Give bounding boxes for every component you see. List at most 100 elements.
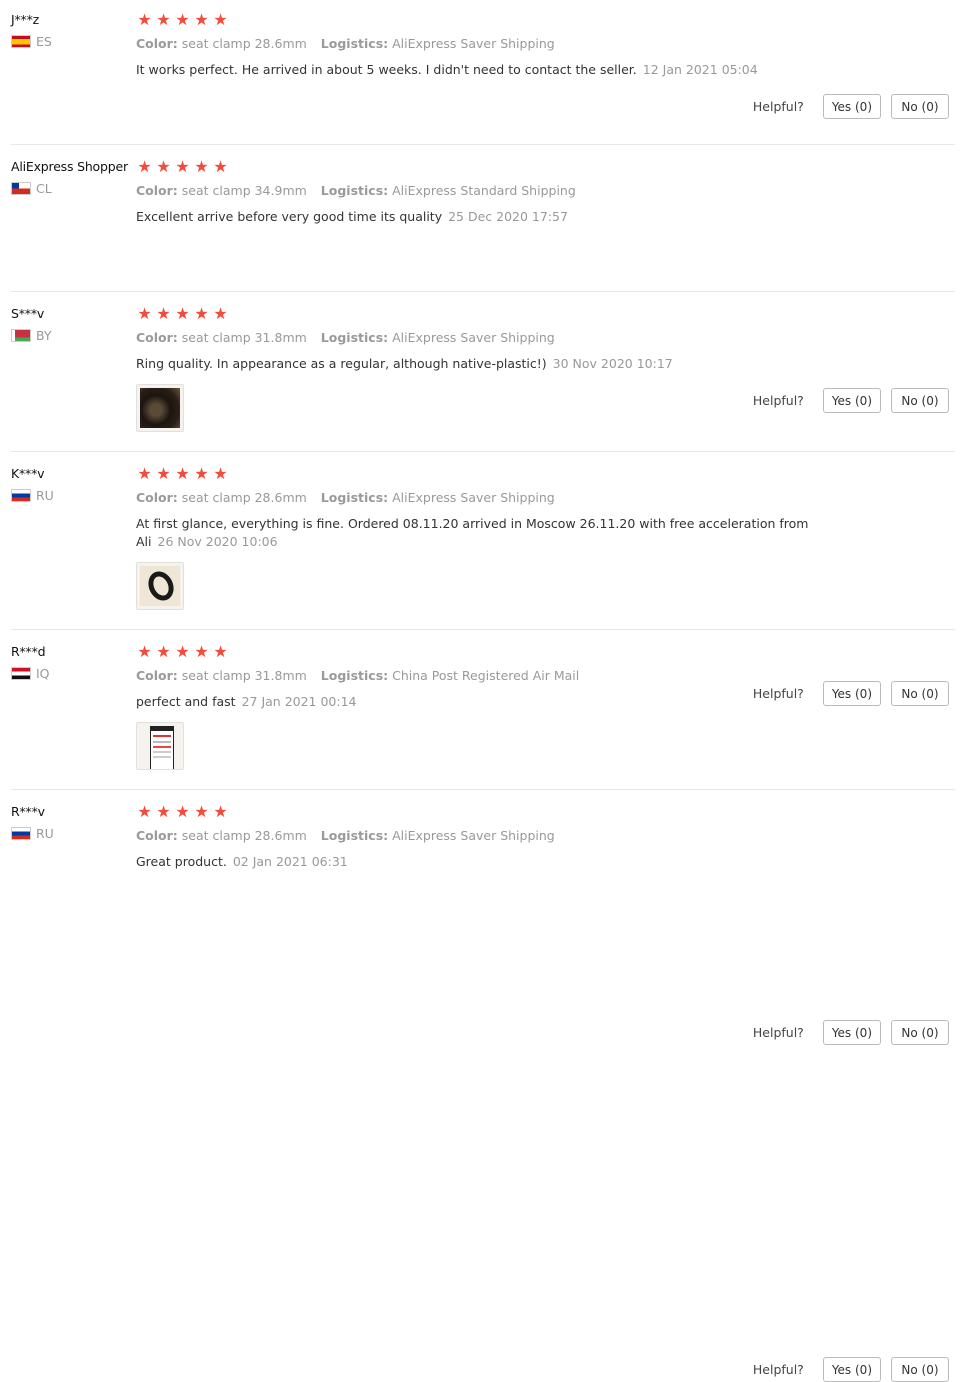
- star-rating: ★ ★ ★ ★ ★: [136, 644, 856, 660]
- review-date: 26 Nov 2020 10:06: [157, 534, 278, 549]
- color-value: seat clamp 28.6mm: [181, 490, 307, 505]
- helpful-no-button[interactable]: No (0): [891, 1357, 949, 1382]
- reviewer-country: ES: [11, 33, 136, 49]
- country-code: RU: [36, 487, 54, 503]
- reviewer-country: RU: [11, 487, 136, 503]
- country-code: RU: [36, 825, 54, 841]
- reviewer-name: R***d: [11, 644, 46, 659]
- star-icon: ★: [137, 10, 152, 29]
- review-body: It works perfect. He arrived in about 5 …: [136, 62, 637, 77]
- reviewer-info: J***z ES: [11, 12, 136, 49]
- helpful-label: Helpful?: [752, 1362, 804, 1377]
- star-icon: ★: [156, 642, 171, 661]
- review-photo[interactable]: [136, 722, 184, 770]
- star-icon: ★: [213, 464, 228, 483]
- helpful-controls: Helpful? Yes (0) No (0): [753, 94, 949, 119]
- star-icon: ★: [175, 464, 190, 483]
- review-content: ★ ★ ★ ★ ★ Color: seat clamp 28.6mm Logistics: …: [136, 12, 856, 79]
- review-text: Excellent arrive before very good time i…: [136, 208, 846, 226]
- reviewer-country: BY: [11, 328, 136, 343]
- helpful-yes-button[interactable]: Yes (0): [822, 1357, 881, 1382]
- review-photo[interactable]: [136, 384, 184, 432]
- review-text: At first glance, everything is fine. Ord…: [136, 515, 846, 551]
- star-rating: ★ ★ ★ ★ ★: [136, 159, 856, 175]
- reviewer-name: S***v: [11, 306, 45, 321]
- review-body: Excellent arrive before very good time i…: [136, 209, 443, 224]
- star-icon: ★: [156, 464, 171, 483]
- star-icon: ★: [213, 10, 228, 29]
- helpful-label: Helpful?: [752, 99, 804, 114]
- country-flag-icon: [11, 328, 31, 342]
- color-value: seat clamp 28.6mm: [181, 36, 307, 51]
- logistics-value: AliExpress Saver Shipping: [392, 828, 555, 843]
- review-meta: Color: seat clamp 28.6mm Logistics: AliEx…: [136, 490, 856, 506]
- country-code: ES: [36, 33, 52, 49]
- reviewer-info: S***v BY: [11, 306, 136, 343]
- reviewer-country: RU: [11, 825, 136, 841]
- review-item: R***v RU ★ ★ ★ ★ ★ Color: seat clamp 28.6mm Logi…: [11, 804, 955, 884]
- review-item: J***z ES ★ ★ ★ ★ ★ Color: seat clamp 28.6mm Logi…: [11, 12, 955, 145]
- star-icon: ★: [175, 642, 190, 661]
- reviewer-name: R***v: [11, 804, 45, 819]
- color-label: Color:: [136, 183, 178, 198]
- review-text: Great product. 02 Jan 2021 06:31: [136, 853, 846, 871]
- country-flag-icon: [11, 666, 31, 680]
- logistics-value: AliExpress Standard Shipping: [392, 183, 576, 198]
- star-icon: ★: [137, 464, 152, 483]
- reviewer-info: K***v RU: [11, 466, 136, 503]
- reviewer-name: J***z: [11, 12, 39, 27]
- helpful-no-button[interactable]: No (0): [891, 1020, 949, 1045]
- reviewer-info: R***d IQ: [11, 644, 136, 681]
- reviewer-info: R***v RU: [11, 804, 136, 841]
- logistics-value: AliExpress Saver Shipping: [392, 490, 555, 505]
- logistics-label: Logistics:: [320, 668, 389, 683]
- review-date: 30 Nov 2020 10:17: [552, 356, 673, 371]
- star-icon: ★: [137, 304, 152, 323]
- star-icon: ★: [194, 157, 209, 176]
- color-label: Color:: [136, 668, 178, 683]
- star-icon: ★: [175, 10, 190, 29]
- logistics-value: AliExpress Saver Shipping: [392, 330, 555, 345]
- helpful-no-button[interactable]: No (0): [891, 94, 949, 119]
- color-label: Color:: [136, 36, 178, 51]
- star-icon: ★: [213, 642, 228, 661]
- star-icon: ★: [137, 157, 152, 176]
- helpful-label: Helpful?: [752, 1025, 804, 1040]
- review-date: 27 Jan 2021 00:14: [241, 694, 357, 709]
- country-code: CL: [36, 180, 52, 196]
- review-item: S***v BY ★ ★ ★ ★ ★ Color: seat clamp 31.8mm Logi…: [11, 306, 955, 706]
- star-rating: ★ ★ ★ ★ ★: [136, 804, 856, 820]
- review-date: 02 Jan 2021 06:31: [232, 854, 348, 869]
- helpful-controls: Helpful? Yes (0) No (0): [753, 1357, 949, 1382]
- star-icon: ★: [213, 157, 228, 176]
- review-date: 25 Dec 2020 17:57: [448, 209, 568, 224]
- helpful-yes-button[interactable]: Yes (0): [822, 1020, 881, 1045]
- star-rating: ★ ★ ★ ★ ★: [136, 466, 856, 482]
- review-body: perfect and fast: [136, 694, 236, 709]
- star-icon: ★: [194, 10, 209, 29]
- review-content: ★ ★ ★ ★ ★ Color: seat clamp 28.6mm Logistics: …: [136, 466, 856, 610]
- review-meta: Color: seat clamp 31.8mm Logistics: China…: [136, 668, 856, 684]
- star-icon: ★: [175, 802, 190, 821]
- country-flag-icon: [11, 181, 31, 195]
- star-icon: ★: [194, 802, 209, 821]
- star-icon: ★: [213, 802, 228, 821]
- review-text: It works perfect. He arrived in about 5 …: [136, 61, 846, 79]
- color-label: Color:: [136, 490, 178, 505]
- helpful-yes-button[interactable]: Yes (0): [822, 94, 881, 119]
- star-rating: ★ ★ ★ ★ ★: [136, 306, 856, 322]
- logistics-label: Logistics:: [320, 183, 389, 198]
- logistics-label: Logistics:: [320, 490, 389, 505]
- reviewer-info: AliExpress Shopper CL: [11, 159, 136, 196]
- review-body: Ring quality. In appearance as a regular…: [136, 356, 547, 371]
- star-icon: ★: [156, 10, 171, 29]
- review-item: AliExpress Shopper CL ★ ★ ★ ★ ★ Color: seat cla…: [11, 159, 955, 413]
- logistics-value: AliExpress Saver Shipping: [392, 36, 555, 51]
- color-label: Color:: [136, 828, 178, 843]
- reviewer-country: IQ: [11, 666, 136, 681]
- star-icon: ★: [175, 157, 190, 176]
- star-icon: ★: [156, 304, 171, 323]
- star-rating: ★ ★ ★ ★ ★: [136, 12, 856, 28]
- color-value: seat clamp 34.9mm: [181, 183, 307, 198]
- review-photo[interactable]: [136, 562, 184, 610]
